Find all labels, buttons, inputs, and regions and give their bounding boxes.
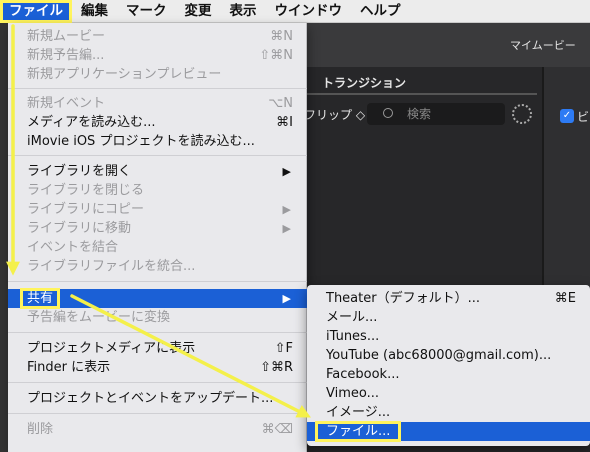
menu-item-label: 新規イベント [27, 96, 106, 111]
menu-item-label: 予告編をムービーに変換 [27, 310, 171, 325]
submenu-item-image[interactable]: イメージ... [307, 403, 590, 422]
submenu-arrow-icon: ▶ [282, 292, 291, 305]
menu-item-label: Vimeo... [326, 386, 380, 401]
menu-item-open-library[interactable]: ライブラリを開く ▶ [8, 162, 307, 181]
menu-item-new-event: 新規イベント ⌥N [8, 94, 307, 113]
menu-item-convert-trailer: 予告編をムービーに変換 [8, 308, 307, 327]
menu-file[interactable]: ファイル [0, 0, 72, 23]
menu-view[interactable]: 表示 [221, 0, 266, 23]
menu-item-label: ライブラリを閉じる [27, 183, 145, 198]
search-placeholder: 検索 [407, 107, 432, 121]
submenu-item-file[interactable]: ファイル... [307, 421, 590, 442]
submenu-item-theater[interactable]: Theater（デフォルト）... ⌘E [307, 289, 590, 308]
menu-item-label: YouTube (abc68000@gmail.com)... [326, 348, 552, 363]
submenu-arrow-icon: ▶ [282, 165, 291, 178]
shortcut-label: ⇧F [274, 341, 293, 356]
shortcut-label: ⌥N [268, 96, 293, 111]
menu-item-label: ライブラリを開く [27, 164, 132, 179]
menu-separator [8, 281, 307, 282]
file-menu-dropdown: 新規ムービー ⌘N 新規予告編... ⇧⌘N 新規アプリケーションプレビュー 新… [8, 23, 307, 452]
menu-item-label: イメージ... [326, 405, 391, 420]
menu-bar: ファイル 編集 マーク 変更 表示 ウインドウ ヘルプ [0, 0, 590, 23]
menu-item-consolidate-library: ライブラリファイルを統合... [8, 257, 307, 276]
shortcut-label: ⌘E [554, 291, 576, 306]
menu-item-label: Finder に表示 [27, 360, 111, 375]
share-submenu: Theater（デフォルト）... ⌘E メール... iTunes... Yo… [307, 285, 590, 446]
shortcut-label: ⌘I [276, 115, 293, 130]
menu-item-new-trailer: 新規予告編... ⇧⌘N [8, 46, 307, 65]
menu-separator [8, 332, 307, 333]
shortcut-label: ⌘⌫ [261, 422, 293, 437]
menu-item-label: iMovie iOS プロジェクトを読み込む... [27, 134, 255, 149]
window-title: マイムービー [510, 39, 576, 52]
menu-item-label: 新規アプリケーションプレビュー [27, 67, 222, 82]
submenu-item-facebook[interactable]: Facebook... [307, 365, 590, 384]
menu-item-import-ios-project[interactable]: iMovie iOS プロジェクトを読み込む... [8, 132, 307, 151]
gear-icon[interactable] [512, 104, 532, 124]
menu-item-label: iTunes... [326, 329, 380, 344]
window-left-edge [0, 23, 8, 452]
submenu-item-vimeo[interactable]: Vimeo... [307, 384, 590, 403]
search-icon [383, 108, 393, 118]
menu-item-new-movie: 新規ムービー ⌘N [8, 27, 307, 46]
submenu-item-itunes[interactable]: iTunes... [307, 327, 590, 346]
menu-item-label: 新規予告編... [27, 48, 105, 63]
menu-item-copy-to-library: ライブラリにコピー ▶ [8, 200, 307, 219]
menu-item-move-to-library: ライブラリに移動 ▶ [8, 219, 307, 238]
checkbox-label: ビ [577, 110, 590, 124]
menu-item-label: 共有 [19, 288, 61, 309]
shortcut-label: ⇧⌘N [259, 48, 293, 63]
menu-item-label: メール... [326, 310, 378, 325]
search-field[interactable]: 検索 [367, 103, 505, 125]
menu-item-label: 新規ムービー [27, 29, 106, 44]
menu-item-label: ライブラリに移動 [27, 221, 132, 236]
menu-item-reveal-in-finder[interactable]: Finder に表示 ⇧⌘R [8, 358, 307, 377]
menu-item-label: Facebook... [326, 367, 400, 382]
menu-item-merge-events: イベントを結合 [8, 238, 307, 257]
menu-item-label: イベントを結合 [27, 240, 119, 255]
menu-window[interactable]: ウインドウ [266, 0, 352, 23]
menu-modify[interactable]: 変更 [176, 0, 221, 23]
menu-item-close-library: ライブラリを閉じる [8, 181, 307, 200]
menu-help[interactable]: ヘルプ [351, 0, 410, 23]
menu-item-label: 削除 [27, 422, 54, 437]
clip-filter-popup[interactable]: フリップ ◇ [304, 106, 365, 123]
right-panel [544, 67, 590, 287]
submenu-arrow-icon: ▶ [282, 222, 291, 235]
menu-separator [8, 155, 307, 156]
menu-mark[interactable]: マーク [117, 0, 176, 23]
shortcut-label: ⇧⌘R [260, 360, 293, 375]
tab-transition[interactable]: トランジション [322, 74, 406, 91]
menu-item-label: プロジェクトメディアに表示 [27, 341, 196, 356]
menu-item-reveal-project-media[interactable]: プロジェクトメディアに表示 ⇧F [8, 339, 307, 358]
menu-item-label: Theater（デフォルト）... [326, 291, 480, 306]
menu-separator [8, 88, 307, 89]
shortcut-label: ⌘N [270, 29, 293, 44]
menu-item-label: ライブラリにコピー [27, 202, 145, 217]
checkbox[interactable]: ✓ [560, 109, 574, 123]
submenu-item-youtube[interactable]: YouTube (abc68000@gmail.com)... [307, 346, 590, 365]
menu-item-import-media[interactable]: メディアを読み込む... ⌘I [8, 113, 307, 132]
menu-item-label: プロジェクトとイベントをアップデート... [27, 391, 274, 406]
menu-item-update-projects[interactable]: プロジェクトとイベントをアップデート... [8, 389, 307, 408]
menu-item-label: メディアを読み込む... [27, 115, 156, 130]
menu-separator [8, 382, 307, 383]
submenu-item-email[interactable]: メール... [307, 308, 590, 327]
submenu-arrow-icon: ▶ [282, 203, 291, 216]
menu-item-label: ファイル... [314, 421, 402, 442]
menu-edit[interactable]: 編集 [72, 0, 117, 23]
menu-item-new-app-preview: 新規アプリケーションプレビュー [8, 65, 307, 84]
menu-item-label: ライブラリファイルを統合... [27, 259, 196, 274]
menu-item-share[interactable]: 共有 ▶ [8, 288, 307, 309]
tab-underline [305, 93, 537, 95]
menu-separator [8, 413, 307, 414]
menu-item-delete: 削除 ⌘⌫ [8, 420, 307, 439]
